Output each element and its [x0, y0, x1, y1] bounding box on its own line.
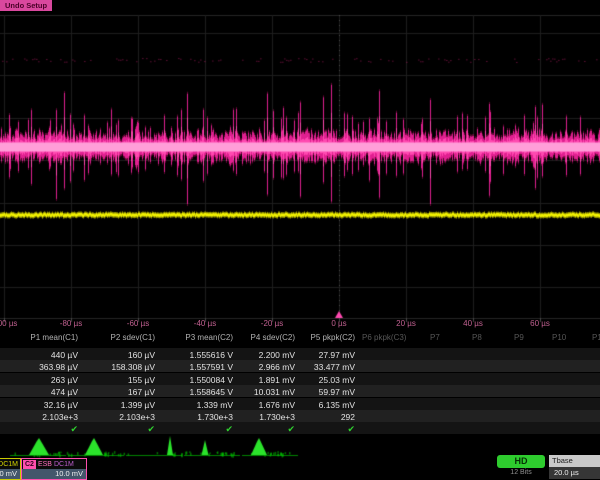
measurement-status-ok: ✔: [347, 424, 355, 435]
measurement-value: 1.730e+3: [259, 412, 295, 422]
measurement-value: 2.966 mV: [259, 362, 295, 372]
measurement-value: 155 µV: [128, 375, 155, 385]
measurement-value: 1.557591 V: [190, 362, 233, 372]
measurement-table: P1 mean(C1) P2 sdev(C1) P3 mean(C2) P4 sdev…: [0, 331, 600, 433]
timebase-value: 20.0 µs: [549, 467, 600, 479]
measurement-header-empty[interactable]: P7: [430, 333, 440, 342]
c1-coupling-label: DC1M: [0, 460, 18, 469]
measurement-value: 2.103e+3: [42, 412, 78, 422]
measurement-header-empty[interactable]: P9: [514, 333, 524, 342]
measurement-header-empty[interactable]: P11: [592, 333, 600, 342]
measurement-value: 6.135 mV: [319, 400, 355, 410]
measurement-value: 25.03 mV: [319, 375, 355, 385]
time-axis: -100 µs -80 µs -60 µs -40 µs -20 µs 0 µs 20 µs…: [0, 319, 600, 331]
table-row: [0, 410, 600, 422]
measurement-header-empty[interactable]: P6 pkpk(C3): [362, 333, 406, 342]
x-axis-tick-label: -60 µs: [127, 319, 149, 328]
measurement-status-ok: ✔: [70, 424, 78, 435]
measurement-value: 158.308 µV: [111, 362, 155, 372]
measurement-value: 1.555616 V: [190, 350, 233, 360]
table-row: [0, 422, 600, 434]
table-row: [0, 348, 600, 360]
measurement-status-ok: ✔: [147, 424, 155, 435]
measurement-status-ok: ✔: [287, 424, 295, 435]
measurement-value: 292: [341, 412, 355, 422]
measurement-value: 1.730e+3: [197, 412, 233, 422]
c2-scale-value: 10.0 mV: [22, 469, 86, 479]
measurement-header[interactable]: P3 mean(C2): [185, 333, 233, 342]
measurement-value: 59.97 mV: [319, 387, 355, 397]
measurement-header[interactable]: P5 pkpk(C2): [311, 333, 355, 342]
measurement-value: 1.550084 V: [190, 375, 233, 385]
measurement-header-empty[interactable]: P10: [552, 333, 566, 342]
measurement-value: 10.031 mV: [254, 387, 295, 397]
timebase-descriptor[interactable]: Tbase 20.0 µs: [549, 455, 600, 479]
channel-c1-descriptor[interactable]: DC1M 10.0 mV: [0, 458, 21, 480]
measurement-value: 167 µV: [128, 387, 155, 397]
x-axis-tick-label: 0 µs: [331, 319, 346, 328]
undo-setup-button[interactable]: Undo Setup: [0, 0, 52, 11]
measurement-header[interactable]: P4 sdev(C2): [251, 333, 295, 342]
measurement-header[interactable]: P2 sdev(C1): [111, 333, 155, 342]
x-axis-tick-label: -20 µs: [261, 319, 283, 328]
c2-mode-label: ESB: [38, 460, 52, 469]
x-axis-tick-label: 60 µs: [530, 319, 550, 328]
measurement-value: 474 µV: [51, 387, 78, 397]
measurement-value: 27.97 mV: [319, 350, 355, 360]
table-row: [0, 373, 600, 385]
measurement-value: 32.16 µV: [44, 400, 78, 410]
x-axis-tick-label: 20 µs: [396, 319, 416, 328]
measurement-value: 440 µV: [51, 350, 78, 360]
x-axis-tick-label: 40 µs: [463, 319, 483, 328]
measurement-value: 160 µV: [128, 350, 155, 360]
measurement-value: 1.339 mV: [197, 400, 233, 410]
table-row: [0, 398, 600, 410]
x-axis-tick-label: -40 µs: [194, 319, 216, 328]
measurement-value: 363.98 µV: [39, 362, 78, 372]
measurement-value: 1.676 mV: [259, 400, 295, 410]
oscilloscope-screen: Undo Setup -100 µs -80 µs -60 µs -40 µs -20 …: [0, 0, 600, 480]
measurement-value: 263 µV: [51, 375, 78, 385]
c2-badge: C2: [23, 460, 36, 469]
measurement-header-empty[interactable]: P8: [472, 333, 482, 342]
measurement-value: 1.891 mV: [259, 375, 295, 385]
hd-mode-badge: HD: [497, 455, 545, 468]
measurement-status-ok: ✔: [225, 424, 233, 435]
measurement-value: 33.477 mV: [314, 362, 355, 372]
measurement-value: 1.558645 V: [190, 387, 233, 397]
x-axis-tick-label: -80 µs: [60, 319, 82, 328]
channel-c2-descriptor[interactable]: C2 ESB DC1M 10.0 mV: [21, 458, 87, 480]
adc-bits-label: 12 Bits: [497, 469, 545, 476]
measurement-value: 1.399 µV: [121, 400, 155, 410]
table-row: [0, 385, 600, 397]
c2-coupling-label: DC1M: [54, 460, 74, 469]
table-row: [0, 360, 600, 372]
timebase-label: Tbase: [549, 455, 600, 467]
measurement-header[interactable]: P1 mean(C1): [30, 333, 78, 342]
measurement-value: 2.103e+3: [119, 412, 155, 422]
c1-scale-value: 10.0 mV: [0, 469, 20, 479]
measurement-value: 2.200 mV: [259, 350, 295, 360]
x-axis-tick-label: -100 µs: [0, 319, 17, 328]
